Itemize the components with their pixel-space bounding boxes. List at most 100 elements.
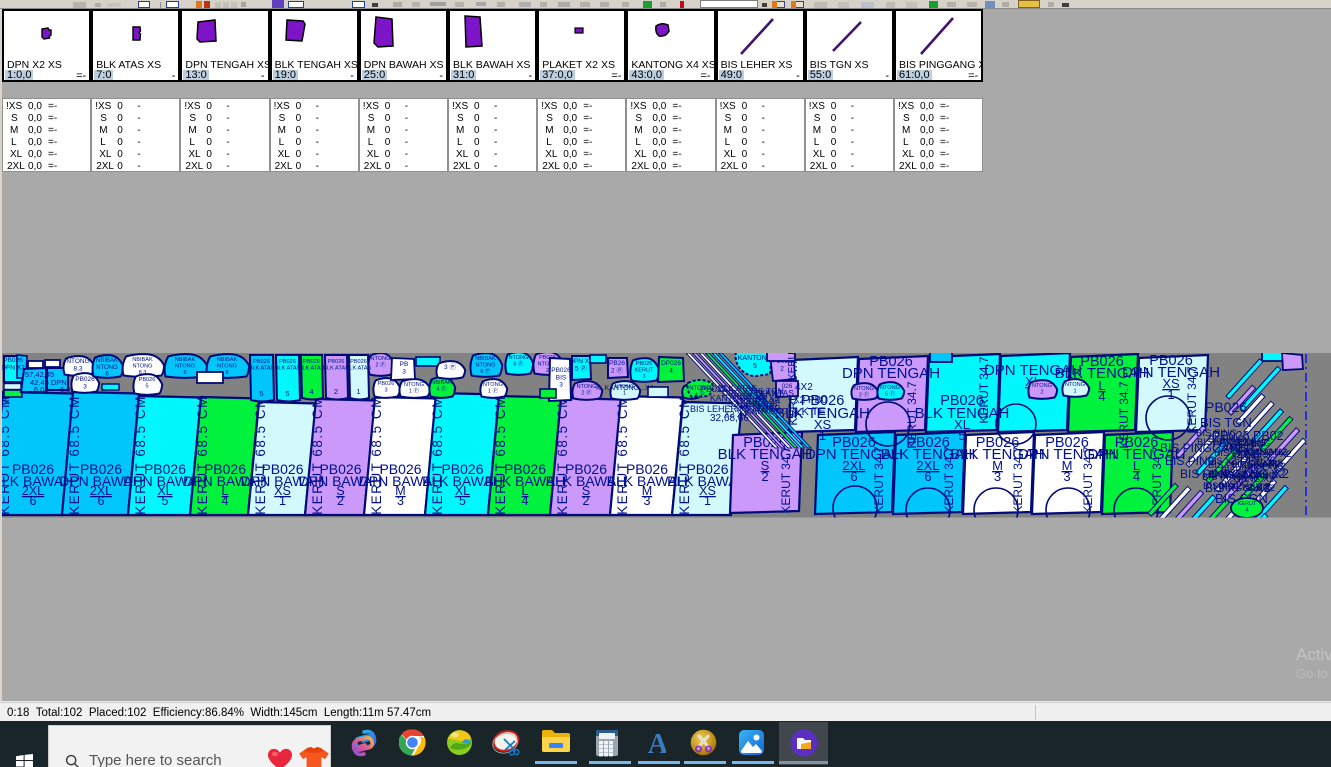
svg-text:1: 1 [356,387,360,396]
svg-text:PB: PB [400,361,409,368]
svg-text:NTONG: NTONG [854,386,874,392]
svg-text:5: 5 [259,389,263,398]
svg-text:PB026: PB026 [350,359,367,365]
svg-text:KERUT 68.5 CM: KERUT 68.5 CM [253,395,268,515]
svg-text:2: 2 [761,469,768,484]
svg-text:NTONG: NTONG [175,363,195,369]
svg-text:NBIBAK: NBIBAK [217,357,238,363]
svg-text:2: 2 [334,387,338,396]
svg-text:NTONG: NTONG [370,356,390,362]
svg-text:4: 4 [309,387,313,396]
svg-text:4: 4 [1245,507,1248,513]
svg-text:3: 3 [83,383,87,390]
svg-text:NBIBAK: NBIBAK [175,357,196,363]
svg-text:5 Ⓟ: 5 Ⓟ [575,364,587,372]
svg-text:DPN X2: DPN X2 [1,364,25,371]
svg-text:2 Ⓟ: 2 Ⓟ [581,388,592,396]
svg-text:PB026: PB026 [75,376,95,383]
svg-text:5: 5 [753,363,757,370]
svg-text:1 Ⓟ: 1 Ⓟ [488,386,499,394]
svg-text:3: 3 [642,374,645,380]
svg-text:PB026: PB026 [279,359,296,365]
svg-text:1: 1 [279,494,286,508]
svg-text:KERUT 34.7: KERUT 34.7 [787,353,798,380]
svg-text:5: 5 [285,389,289,398]
svg-text:KERUT 34.7: KERUT 34.7 [779,446,793,513]
svg-text:PB026: PB026 [3,357,23,364]
svg-text:NTONG: NTONG [404,382,424,388]
svg-text:NTONG: NTONG [132,363,152,369]
svg-text:5: 5 [958,428,965,443]
svg-text:6: 6 [924,469,931,484]
svg-text:3 Ⓟ: 3 Ⓟ [444,363,456,371]
svg-text:X2 PB0: X2 PB0 [793,395,827,406]
svg-text:KERUT: KERUT [635,367,655,373]
svg-text:KERUT 68.5 CM: KERUT 68.5 CM [67,395,82,515]
svg-text:NTONG: NTONG [66,358,89,365]
svg-text:KERUT 68.5 CM: KERUT 68.5 CM [493,395,508,515]
svg-text:3: 3 [384,387,387,393]
svg-text:2: 2 [546,368,549,374]
svg-text:BLK TE: BLK TE [788,406,826,418]
svg-text:2: 2 [583,494,590,508]
svg-text:8: 8 [225,370,228,376]
svg-text:BLK ATAS: BLK ATAS [275,366,301,372]
svg-text:KERUT 68.5 CM: KERUT 68.5 CM [0,395,12,515]
svg-text:6: 6 [183,370,186,376]
svg-text:PB026: PB026 [328,359,345,365]
svg-text:NTONG: NTONG [475,362,495,368]
svg-text:BLK ATAS: BLK ATAS [299,366,325,372]
svg-text:KERUT 68.5 CM: KERUT 68.5 CM [133,395,148,515]
svg-text:KANT: KANT [760,388,783,398]
svg-text:KERUT 68.5 CM: KERUT 68.5 CM [555,395,570,515]
svg-text:5: 5 [145,383,148,389]
svg-text:NTONG: NTONG [217,363,237,369]
svg-text:4 Ⓟ: 4 Ⓟ [436,384,447,392]
svg-text:BLK ATAS: BLK ATAS [718,383,757,393]
svg-text:6: 6 [98,494,105,508]
svg-text:GANG X2: GANG X2 [1247,447,1287,457]
svg-text:PB026: PB026 [253,359,270,365]
svg-text:6,08: 6,08 [34,385,49,394]
svg-text:KERUT 34.7: KERUT 34.7 [1185,366,1199,433]
svg-text:6 Ⓟ: 6 Ⓟ [480,367,491,375]
svg-text:4X2: 4X2 [795,382,813,393]
svg-text:5: 5 [162,494,169,508]
svg-text:2 Ⓟ: 2 Ⓟ [375,360,386,368]
svg-text:3: 3 [397,494,404,508]
svg-text:8,3: 8,3 [73,365,82,372]
svg-text:4: 4 [669,367,673,374]
svg-text:2: 2 [337,494,344,508]
svg-text:1 Ⓟ: 1 Ⓟ [409,386,420,394]
svg-text:2 Ⓟ: 2 Ⓟ [611,366,623,374]
svg-text:2: 2 [1040,389,1043,395]
svg-text:PB026: PB026 [551,367,571,374]
svg-text:KERUT: KERUT [1238,501,1257,507]
svg-text:4: 4 [1098,389,1105,404]
svg-text:3: 3 [644,494,651,508]
svg-text:PB26: PB26 [609,360,625,367]
svg-text:NTONG: NTONG [483,382,503,388]
svg-text:BLK ATAS: BLK ATAS [249,366,275,372]
svg-text:NBIBAK: NBIBAK [132,357,153,363]
svg-text:6: 6 [30,494,37,508]
svg-text:PB026: PB026 [303,359,320,365]
svg-text:BIS X2: BIS X2 [1247,483,1275,493]
svg-text:KERUT 68.5 CM: KERUT 68.5 CM [195,395,210,515]
svg-text:A: A [648,729,669,757]
svg-text:6: 6 [850,469,857,484]
svg-text:NTONG: NTONG [508,355,528,361]
svg-text:2 Ⓟ: 2 Ⓟ [859,390,870,398]
svg-text:1: 1 [1167,387,1174,402]
svg-text:26: 26 [764,404,774,414]
svg-text:1: 1 [1073,388,1076,394]
svg-text:PB026: PB026 [1205,399,1247,415]
svg-text:X2 X4: X2 X4 [724,409,747,419]
svg-text:3: 3 [1063,469,1070,484]
svg-text:4: 4 [522,494,529,508]
svg-text:KERUT 68.5 CM: KERUT 68.5 CM [615,395,630,515]
svg-text:NBIBAK: NBIBAK [475,356,496,362]
svg-text:NBIBAK: NBIBAK [431,380,452,386]
svg-text:NTONG: NTONG [880,385,900,391]
svg-text:K..KANTONG...X4: K..KANTONG...X4 [596,385,654,392]
